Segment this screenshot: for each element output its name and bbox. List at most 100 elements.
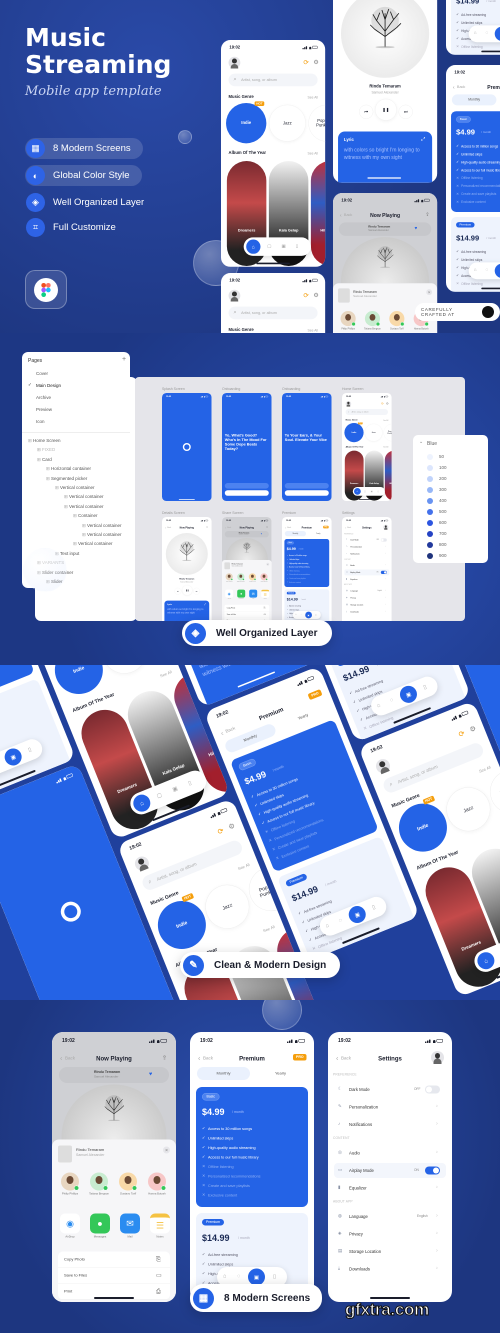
gear-icon[interactable]: ⚙ xyxy=(313,291,318,298)
login-button[interactable] xyxy=(224,490,269,496)
share-app[interactable]: ☰ Notes xyxy=(148,1213,172,1243)
share-app[interactable]: ✉ Mail xyxy=(118,1213,142,1243)
page-item[interactable]: Main Design xyxy=(36,383,61,388)
genre-indie[interactable]: Indie xyxy=(344,423,364,443)
expand-icon[interactable]: ⤢ xyxy=(421,136,425,142)
genre-jazz[interactable]: Jazz xyxy=(198,878,256,936)
share-icon[interactable]: ⇪ xyxy=(206,526,208,529)
tab-yearly[interactable]: Yearly xyxy=(254,1067,307,1080)
nav-bookmark-icon[interactable]: ▯ xyxy=(422,683,427,691)
heart-icon[interactable]: ♥ xyxy=(414,226,417,231)
settings-row[interactable]: ▭ Airplay Mode ON xyxy=(344,569,390,576)
share-app[interactable]: ◉ AirDrop xyxy=(58,1213,82,1243)
nav-bookmark-icon[interactable]: ▯ xyxy=(378,490,379,492)
layer-item[interactable]: ⊞ FIXED xyxy=(37,447,55,453)
genre-pop-punk[interactable]: Pop Punk xyxy=(383,423,392,442)
nav-premium-icon[interactable]: ▣ xyxy=(248,1268,265,1286)
settings-row[interactable]: ◍ Language English › xyxy=(334,1209,446,1224)
tab-monthly[interactable]: Monthly xyxy=(451,94,497,106)
layer-item[interactable]: ⊞ Segmented picker xyxy=(46,476,87,482)
share-contact[interactable]: Philip Phillips xyxy=(224,573,234,585)
share-contact[interactable]: Hanna Botosh xyxy=(259,573,269,585)
toggle-switch[interactable] xyxy=(425,1085,440,1094)
nav-explore-icon[interactable]: ▢ xyxy=(156,791,163,800)
share-contact[interactable]: Philip Phillips xyxy=(337,311,359,333)
toggle-switch[interactable] xyxy=(425,1166,440,1175)
gear-icon[interactable]: ⚙ xyxy=(227,821,236,831)
settings-row[interactable]: ◎ Audio › xyxy=(334,1146,446,1161)
basic-plan-card[interactable]: Basic$4.99/ month✓Access to 30 million s… xyxy=(196,1087,308,1207)
search-input[interactable]: ⌕ Artist, song, or album xyxy=(228,73,318,87)
nav-bookmark-icon[interactable]: ▯ xyxy=(315,613,316,616)
heart-icon[interactable]: ♥ xyxy=(149,1071,152,1077)
settings-row[interactable]: ◍ Language English › xyxy=(344,588,389,594)
color-swatch[interactable] xyxy=(427,509,433,515)
toggle-switch[interactable] xyxy=(380,538,387,542)
nav-home-icon[interactable]: ⌂ xyxy=(223,1273,226,1279)
layer-item[interactable]: ⊞ Vertical container xyxy=(82,523,122,529)
gear-icon[interactable]: ⚙ xyxy=(468,724,477,734)
previous-button[interactable]: ⏮ xyxy=(174,587,182,595)
nav-home-icon[interactable]: ⌂ xyxy=(474,267,477,272)
avatar[interactable] xyxy=(228,56,241,69)
nav-home-icon[interactable]: ⌂ xyxy=(354,488,361,495)
page-item[interactable]: Cover xyxy=(36,371,48,376)
color-swatch[interactable] xyxy=(427,531,433,537)
toggle-switch[interactable] xyxy=(380,570,387,574)
share-contact[interactable]: Tatiana Bergson xyxy=(236,573,246,585)
share-contact[interactable]: Hanna Botosh xyxy=(144,1172,170,1203)
genre-jazz[interactable]: Jazz xyxy=(364,423,383,442)
settings-row[interactable]: ▭ Airplay Mode ON xyxy=(334,1163,446,1178)
search-input[interactable]: ⌕ Artist, song, or album xyxy=(345,409,388,415)
nav-library-icon[interactable]: ▣ xyxy=(171,785,179,793)
avatar[interactable] xyxy=(132,854,152,873)
see-all-link[interactable]: See All xyxy=(478,765,491,774)
refresh-icon[interactable]: ⟳ xyxy=(303,291,308,299)
share-app[interactable]: ☰ Notes xyxy=(260,589,270,602)
color-swatch[interactable] xyxy=(427,520,433,526)
settings-row[interactable]: ⤓ Downloads › xyxy=(344,609,389,615)
expand-icon[interactable]: ⤢ xyxy=(204,603,206,606)
nav-bookmark-icon[interactable]: ▯ xyxy=(273,1273,276,1280)
layer-item[interactable]: ⊞ Card xyxy=(37,457,52,463)
pause-button[interactable]: ❚❚ xyxy=(375,98,397,121)
previous-button[interactable]: ⏮ xyxy=(359,104,374,119)
share-action[interactable]: Save to Files ▭ xyxy=(58,1268,170,1284)
nav-bookmark-icon[interactable]: ▯ xyxy=(296,243,299,249)
nav-library-icon[interactable]: ▣ xyxy=(281,243,285,249)
nav-explore-icon[interactable]: ◌ xyxy=(338,917,343,924)
color-swatch[interactable] xyxy=(427,542,433,548)
settings-row[interactable]: ▮ Equalizer › xyxy=(334,1181,446,1196)
nav-premium-icon[interactable]: ▣ xyxy=(494,263,500,278)
share-contact[interactable]: Tatiana Bergson xyxy=(362,311,384,333)
gear-icon[interactable]: ⚙ xyxy=(386,402,389,405)
settings-row[interactable]: ◈ Privacy › xyxy=(344,595,389,601)
settings-row[interactable]: ▤ Storage Location › xyxy=(344,602,389,608)
search-input[interactable]: ⌕ Artist, song, or album xyxy=(228,306,318,320)
nav-bookmark-icon[interactable]: ▯ xyxy=(371,904,376,911)
nav-home-icon[interactable]: ⌂ xyxy=(474,949,497,972)
color-swatch[interactable] xyxy=(427,454,433,460)
nav-bookmark-icon[interactable]: ▯ xyxy=(27,746,32,753)
nav-premium-icon[interactable]: ▣ xyxy=(305,611,312,619)
avatar[interactable] xyxy=(383,524,389,530)
nav-explore-icon[interactable]: ◌ xyxy=(237,1273,240,1279)
lyric-card[interactable]: Lyric ⤢with colors so bright I'm longing … xyxy=(164,600,210,621)
share-app[interactable]: ● Messages xyxy=(236,589,246,602)
avatar[interactable] xyxy=(431,1051,444,1064)
avatar[interactable] xyxy=(345,401,352,407)
nav-explore-icon[interactable]: ◌ xyxy=(301,613,302,615)
settings-row[interactable]: ▮ Equalizer › xyxy=(344,576,389,582)
see-all-link[interactable]: See All xyxy=(237,862,250,871)
refresh-icon[interactable]: ⟳ xyxy=(216,826,225,836)
layer-item[interactable]: ⊞ Container xyxy=(73,513,98,519)
nav-explore-icon[interactable]: ▢ xyxy=(364,490,366,492)
refresh-icon[interactable]: ⟳ xyxy=(381,402,384,405)
see-all-link[interactable]: See All xyxy=(308,95,318,99)
collapse-icon[interactable]: ⌄ xyxy=(419,439,423,445)
tab-monthly[interactable]: Monthly xyxy=(197,1067,250,1080)
settings-row[interactable]: ♪ Notifications › xyxy=(344,551,389,557)
nav-home-icon[interactable]: ⌂ xyxy=(325,922,330,929)
settings-row[interactable]: ☾ Dark Mode OFF xyxy=(334,1082,446,1097)
login-button[interactable] xyxy=(284,490,329,496)
